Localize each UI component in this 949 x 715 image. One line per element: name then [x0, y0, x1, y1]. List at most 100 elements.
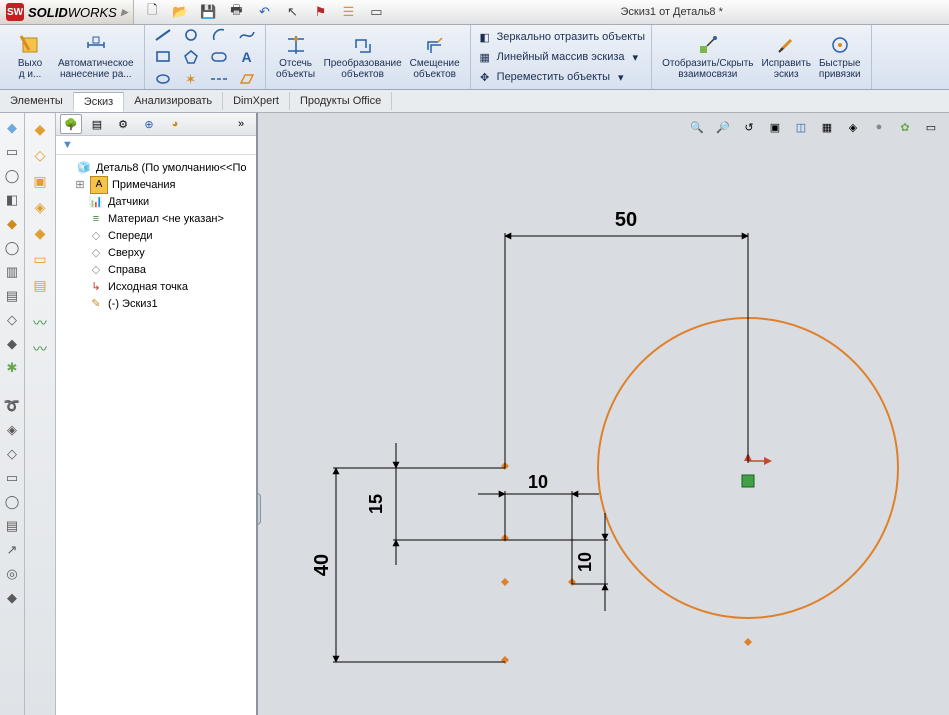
rail-icon[interactable]: ▤ [3, 287, 21, 305]
rail-icon[interactable]: ◯ [3, 493, 21, 511]
smart-dimension-button[interactable]: Автоматическое нанесение ра... [54, 32, 138, 82]
svg-text:10: 10 [575, 552, 595, 572]
open-doc-icon[interactable]: 📂 [172, 4, 188, 20]
rail-icon[interactable]: ◆ [3, 119, 21, 137]
quick-snaps-button[interactable]: Быстрые привязки [815, 32, 865, 82]
fix-sketch-button[interactable]: Исправить эскиз [758, 32, 815, 82]
rail-icon[interactable]: ▣ [30, 171, 50, 191]
fm-filter-input[interactable] [77, 138, 256, 152]
options-icon[interactable]: ☰ [340, 4, 356, 20]
dim-10-vert[interactable]: 10 [505, 513, 608, 611]
rail-icon[interactable]: ▭ [3, 143, 21, 161]
move-button[interactable]: ✥Переместить объекты▾ [477, 68, 645, 86]
rail-icon[interactable]: ◯ [3, 167, 21, 185]
tab-dimxpert[interactable]: DimXpert [223, 92, 290, 110]
rail-icon[interactable]: ◧ [3, 191, 21, 209]
text-icon[interactable]: A [235, 47, 259, 67]
fm-expand-icon[interactable]: » [230, 114, 252, 134]
tab-sketch[interactable]: Эскиз [74, 92, 124, 112]
tree-annotations[interactable]: ⊞AПримечания [60, 176, 256, 193]
rail-icon[interactable]: ◇ [3, 311, 21, 329]
tree-plane-front[interactable]: ◇Спереди [60, 227, 256, 244]
new-doc-icon[interactable]: 🗋 [144, 4, 160, 20]
tab-features[interactable]: Элементы [0, 92, 74, 110]
trim-button[interactable]: Отсечь объекты [272, 32, 320, 82]
tab-office[interactable]: Продукты Office [290, 92, 392, 110]
plane-icon[interactable] [235, 69, 259, 89]
rail-icon[interactable]: ▭ [3, 469, 21, 487]
fm-tab-dim-icon[interactable]: ⊕ [138, 114, 160, 134]
rail-icon[interactable]: ◈ [3, 421, 21, 439]
fm-tab-property-icon[interactable]: ▤ [86, 114, 108, 134]
tree-material[interactable]: ≡Материал <не указан> [60, 210, 256, 227]
centerline-icon[interactable] [207, 69, 231, 89]
rebuild-icon[interactable]: ⚑ [312, 4, 328, 20]
sketch-icon: ✎ [88, 296, 104, 312]
smart-dimension-label: Автоматическое нанесение ра... [58, 58, 134, 80]
dim-50[interactable]: 50 [505, 209, 748, 468]
tab-analyze[interactable]: Анализировать [124, 92, 223, 110]
rail-icon[interactable]: ▤ [3, 517, 21, 535]
logo-chevron-icon[interactable]: ▸ [121, 4, 128, 20]
rail-icon[interactable]: ◆ [3, 335, 21, 353]
rail-icon[interactable]: 〰 [30, 339, 50, 359]
rail-icon[interactable]: ◇ [3, 445, 21, 463]
line-icon[interactable] [151, 25, 175, 45]
ellipse-icon[interactable] [151, 69, 175, 89]
tree-root[interactable]: 🧊Деталь8 (По умолчанию<<По [60, 159, 256, 176]
rail-icon[interactable]: ✱ [3, 359, 21, 377]
expand-icon[interactable]: ⊞ [74, 178, 86, 191]
spline-icon[interactable] [235, 25, 259, 45]
print-icon[interactable]: 🖶 [228, 4, 244, 20]
polygon-icon[interactable] [179, 47, 203, 67]
mirror-button[interactable]: ◧Зеркально отразить объекты [477, 28, 645, 46]
tree-sensors[interactable]: 📊Датчики [60, 193, 256, 210]
save-icon[interactable]: 💾 [200, 4, 216, 20]
convert-button[interactable]: Преобразование объектов [320, 32, 406, 82]
rail-icon[interactable]: ◯ [3, 239, 21, 257]
rail-icon[interactable]: ◆ [3, 215, 21, 233]
offset-button[interactable]: Смещение объектов [406, 32, 464, 82]
tree-origin[interactable]: ↳Исходная точка [60, 278, 256, 295]
logo-badge: SW [6, 3, 24, 21]
tree-plane-right[interactable]: ◇Справа [60, 261, 256, 278]
rail-icon[interactable]: ▭ [30, 249, 50, 269]
rail-icon[interactable]: ▤ [30, 275, 50, 295]
svg-text:50: 50 [615, 209, 637, 231]
show-hide-relations-button[interactable]: Отобразить/Скрыть взаимосвязи [658, 32, 757, 82]
fm-tab-config-icon[interactable]: ⚙ [112, 114, 134, 134]
dim-40[interactable]: 40 [311, 468, 505, 662]
slot-icon[interactable] [207, 47, 231, 67]
arc-icon[interactable] [207, 25, 231, 45]
more-icon[interactable]: ▭ [368, 4, 384, 20]
rail-icon[interactable]: ↗ [3, 541, 21, 559]
fm-tab-tree-icon[interactable]: 🌳 [60, 114, 82, 134]
rect-icon[interactable] [151, 47, 175, 67]
select-icon[interactable]: ↖ [284, 4, 300, 20]
brand-solid: SOLID [28, 5, 68, 20]
graphics-viewport[interactable]: 🔍 🔎 ↺ ▣ ◫ ▦ ◈ ● ✿ ▭ [257, 113, 949, 715]
rail-icon[interactable]: ▥ [3, 263, 21, 281]
rail-icon[interactable]: ➰ [3, 397, 21, 415]
material-icon: ≡ [88, 211, 104, 227]
fm-filter[interactable]: ▼ [56, 136, 256, 155]
tree-sketch1[interactable]: ✎(-) Эскиз1 [60, 295, 256, 312]
rail-icon[interactable]: ◆ [30, 119, 50, 139]
dim-15[interactable]: 15 [366, 443, 505, 565]
exit-sketch-button[interactable]: Выхо д и... [6, 32, 54, 82]
linear-pattern-button[interactable]: ▦Линейный массив эскиза▾ [477, 48, 645, 66]
smart-dimension-icon [85, 34, 107, 56]
rail-icon[interactable]: ◎ [3, 565, 21, 583]
rail-icon[interactable]: ◆ [30, 223, 50, 243]
rail-icon[interactable]: ◇ [30, 145, 50, 165]
point-icon[interactable]: ✶ [179, 69, 203, 89]
rail-icon[interactable]: 〰 [30, 313, 50, 333]
rail-icon[interactable]: ◆ [3, 589, 21, 607]
tree-plane-top[interactable]: ◇Сверху [60, 244, 256, 261]
undo-icon[interactable]: ↶ [256, 4, 272, 20]
fm-tab-render-icon[interactable]: ◕ [164, 114, 186, 134]
tree-label: Примечания [112, 179, 176, 191]
rail-icon[interactable]: ◈ [30, 197, 50, 217]
circle-icon[interactable] [179, 25, 203, 45]
fm-tree[interactable]: 🧊Деталь8 (По умолчанию<<По ⊞AПримечания … [56, 155, 256, 715]
